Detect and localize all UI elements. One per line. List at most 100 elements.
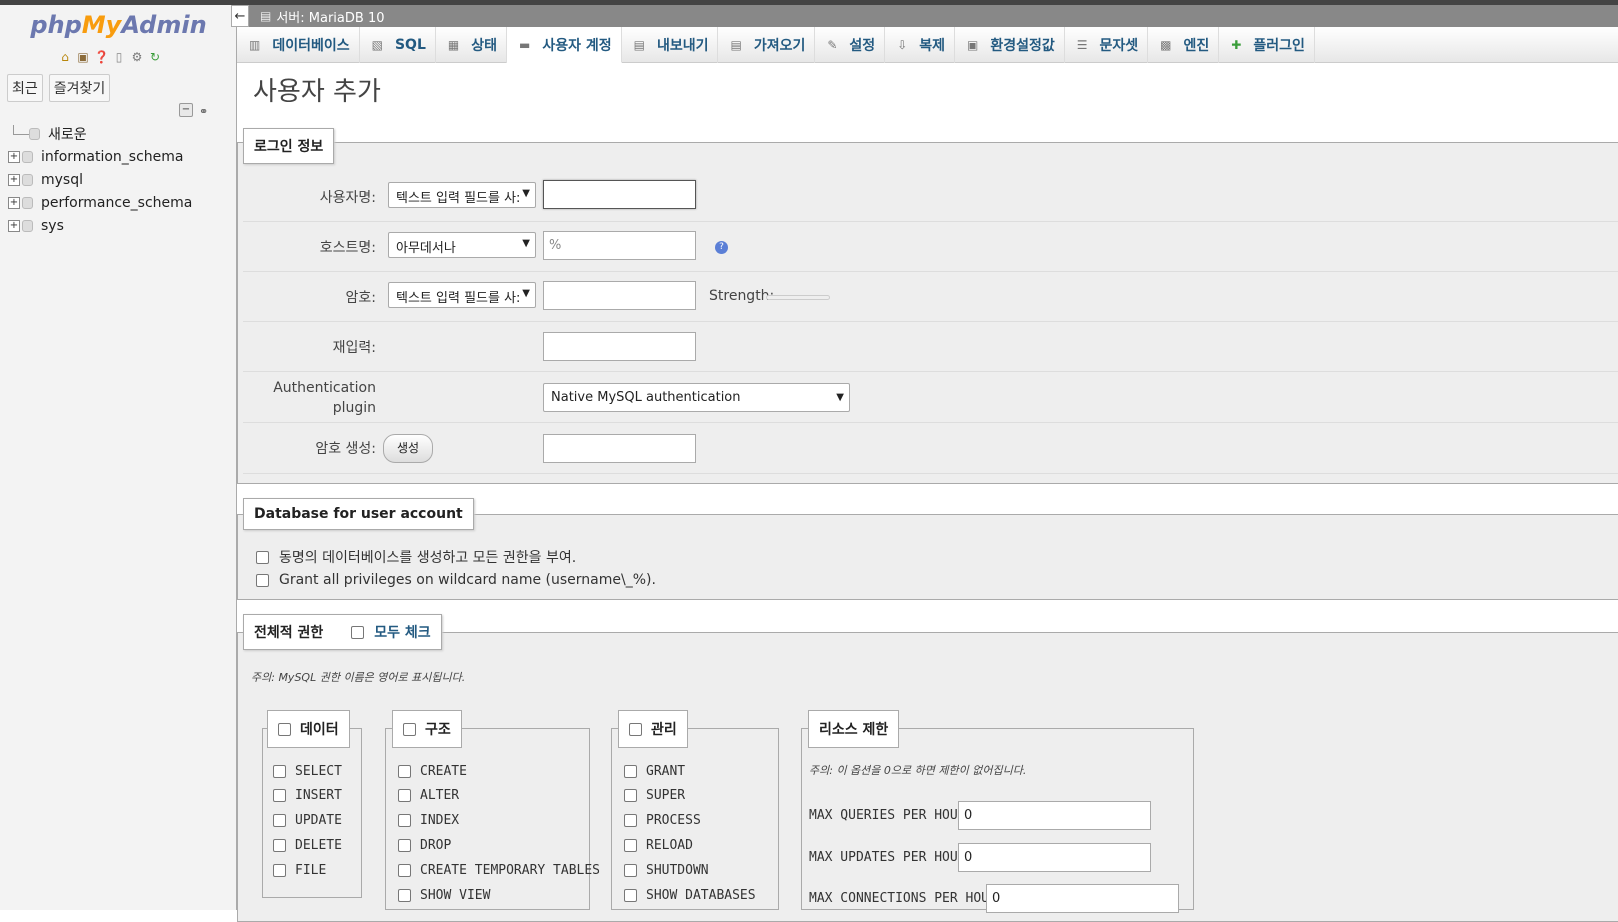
- check-all-label[interactable]: 모두 체크: [374, 622, 430, 642]
- tab-engines[interactable]: ▩ 엔진: [1148, 27, 1220, 63]
- privilege-delete[interactable]: DELETE: [273, 838, 342, 853]
- password-label: 암호:: [345, 290, 376, 306]
- generated-password-input[interactable]: [543, 434, 696, 463]
- database-icon: [22, 150, 33, 163]
- tree-item-information-schema[interactable]: + information_schema: [8, 145, 233, 168]
- max-connections-input[interactable]: 0: [986, 884, 1179, 913]
- expand-icon[interactable]: +: [8, 173, 20, 186]
- create-db-checkbox[interactable]: [256, 550, 269, 564]
- help-icon[interactable]: ?: [715, 241, 728, 254]
- tab-import[interactable]: ▤ 가져오기: [718, 27, 816, 63]
- data-check-all-checkbox[interactable]: [278, 722, 291, 736]
- privilege-shutdown[interactable]: SHUTDOWN: [624, 863, 709, 878]
- tab-plugins[interactable]: ✚ 플러그인: [1219, 27, 1315, 63]
- expand-icon[interactable]: +: [8, 219, 20, 232]
- privilege-insert[interactable]: INSERT: [273, 788, 342, 803]
- privilege-drop[interactable]: DROP: [398, 838, 451, 853]
- plugin-icon: ✚: [1231, 38, 1242, 52]
- create-checkbox[interactable]: [398, 765, 411, 778]
- privilege-index[interactable]: INDEX: [398, 813, 459, 828]
- username-type-select[interactable]: 텍스트 입력 필드를 사: ▼: [388, 182, 536, 208]
- reload-checkbox[interactable]: [624, 839, 637, 852]
- grant-checkbox[interactable]: [624, 765, 637, 778]
- password-input[interactable]: [543, 281, 696, 310]
- check-all-checkbox[interactable]: [351, 625, 365, 639]
- insert-checkbox[interactable]: [273, 789, 286, 802]
- logout-icon[interactable]: ▣: [76, 50, 90, 64]
- home-icon[interactable]: ⌂: [58, 50, 72, 64]
- show-view-checkbox[interactable]: [398, 889, 411, 902]
- super-checkbox[interactable]: [624, 789, 637, 802]
- database-icon: ▥: [249, 38, 261, 52]
- shutdown-checkbox[interactable]: [624, 864, 637, 877]
- create-db-option[interactable]: 동명의 데이터베이스를 생성하고 모든 권한을 부여.: [256, 547, 576, 567]
- privilege-select[interactable]: SELECT: [273, 764, 342, 779]
- collapse-all-icon[interactable]: −: [179, 103, 193, 117]
- expand-icon[interactable]: +: [8, 150, 20, 163]
- gear-icon[interactable]: ⚙: [130, 50, 144, 64]
- database-icon: [22, 173, 33, 186]
- privilege-super[interactable]: SUPER: [624, 788, 685, 803]
- password-type-select[interactable]: 텍스트 입력 필드를 사: ▼: [388, 282, 536, 308]
- privilege-grant[interactable]: GRANT: [624, 764, 685, 779]
- admin-check-all-checkbox[interactable]: [629, 722, 642, 736]
- alter-checkbox[interactable]: [398, 789, 411, 802]
- privilege-show-databases[interactable]: SHOW DATABASES: [624, 888, 756, 903]
- link-icon[interactable]: ⚭: [199, 105, 208, 118]
- privilege-process[interactable]: PROCESS: [624, 813, 701, 828]
- reload-icon[interactable]: ↻: [148, 50, 162, 64]
- hostname-type-select[interactable]: 아무데서나 ▼: [388, 232, 536, 258]
- delete-checkbox[interactable]: [273, 839, 286, 852]
- generate-button[interactable]: 생성: [383, 434, 433, 463]
- privilege-reload[interactable]: RELOAD: [624, 838, 693, 853]
- expand-icon[interactable]: +: [8, 196, 20, 209]
- tab-user-accounts[interactable]: ▬ 사용자 계정: [506, 27, 622, 63]
- recent-tab[interactable]: 최근: [7, 74, 43, 102]
- auth-plugin-select[interactable]: Native MySQL authentication ▼: [543, 383, 850, 412]
- privilege-alter[interactable]: ALTER: [398, 788, 459, 803]
- create-temporary-tables-checkbox[interactable]: [398, 864, 411, 877]
- process-checkbox[interactable]: [624, 814, 637, 827]
- privilege-create-temporary-tables[interactable]: CREATE TEMPORARY TABLES: [398, 863, 600, 878]
- file-checkbox[interactable]: [273, 864, 286, 877]
- max-queries-input[interactable]: 0: [958, 801, 1151, 830]
- tree-item-new[interactable]: 새로운: [8, 122, 233, 145]
- replication-icon: ⇩: [897, 38, 908, 52]
- tab-status[interactable]: ▦ 상태: [436, 27, 507, 63]
- wildcard-privileges-checkbox[interactable]: [256, 573, 269, 587]
- tab-settings[interactable]: ✎ 설정: [815, 27, 886, 63]
- tab-export[interactable]: ▤ 내보내기: [622, 27, 719, 63]
- chevron-down-icon: ▼: [522, 288, 530, 299]
- chevron-down-icon: ▼: [522, 238, 530, 249]
- back-button[interactable]: ←: [231, 5, 249, 27]
- tab-sql[interactable]: ▧ SQL: [360, 27, 436, 63]
- update-checkbox[interactable]: [273, 814, 286, 827]
- privilege-show-view[interactable]: SHOW VIEW: [398, 888, 490, 903]
- tab-databases[interactable]: ▥ 데이터베이스: [237, 27, 360, 63]
- show-databases-checkbox[interactable]: [624, 889, 637, 902]
- privilege-create[interactable]: CREATE: [398, 764, 467, 779]
- index-checkbox[interactable]: [398, 814, 411, 827]
- server-title[interactable]: 서버: MariaDB 10: [276, 7, 384, 26]
- help-icon[interactable]: ❓: [94, 50, 109, 64]
- reenter-password-input[interactable]: [543, 332, 696, 361]
- privilege-update[interactable]: UPDATE: [273, 813, 342, 828]
- tree-item-mysql[interactable]: + mysql: [8, 168, 233, 191]
- select-checkbox[interactable]: [273, 765, 286, 778]
- wrench-icon: ✎: [827, 38, 838, 52]
- tab-replication[interactable]: ⇩ 복제: [885, 27, 956, 63]
- drop-checkbox[interactable]: [398, 839, 411, 852]
- documentation-icon[interactable]: ▯: [112, 50, 126, 64]
- hostname-input[interactable]: %: [543, 231, 696, 260]
- phpmyadmin-logo[interactable]: phpMyAdmin: [0, 11, 237, 39]
- tree-item-sys[interactable]: + sys: [8, 214, 233, 237]
- structure-check-all-checkbox[interactable]: [403, 722, 416, 736]
- tab-charsets[interactable]: ☰ 문자셋: [1065, 27, 1149, 63]
- privilege-file[interactable]: FILE: [273, 863, 326, 878]
- tab-variables[interactable]: ▣ 환경설정값: [955, 27, 1065, 63]
- wildcard-privileges-option[interactable]: Grant all privileges on wildcard name (u…: [256, 572, 656, 588]
- max-updates-input[interactable]: 0: [958, 843, 1151, 872]
- favorites-tab[interactable]: 즐겨찾기: [48, 74, 111, 102]
- tree-item-performance-schema[interactable]: + performance_schema: [8, 191, 233, 214]
- username-input[interactable]: [543, 180, 696, 209]
